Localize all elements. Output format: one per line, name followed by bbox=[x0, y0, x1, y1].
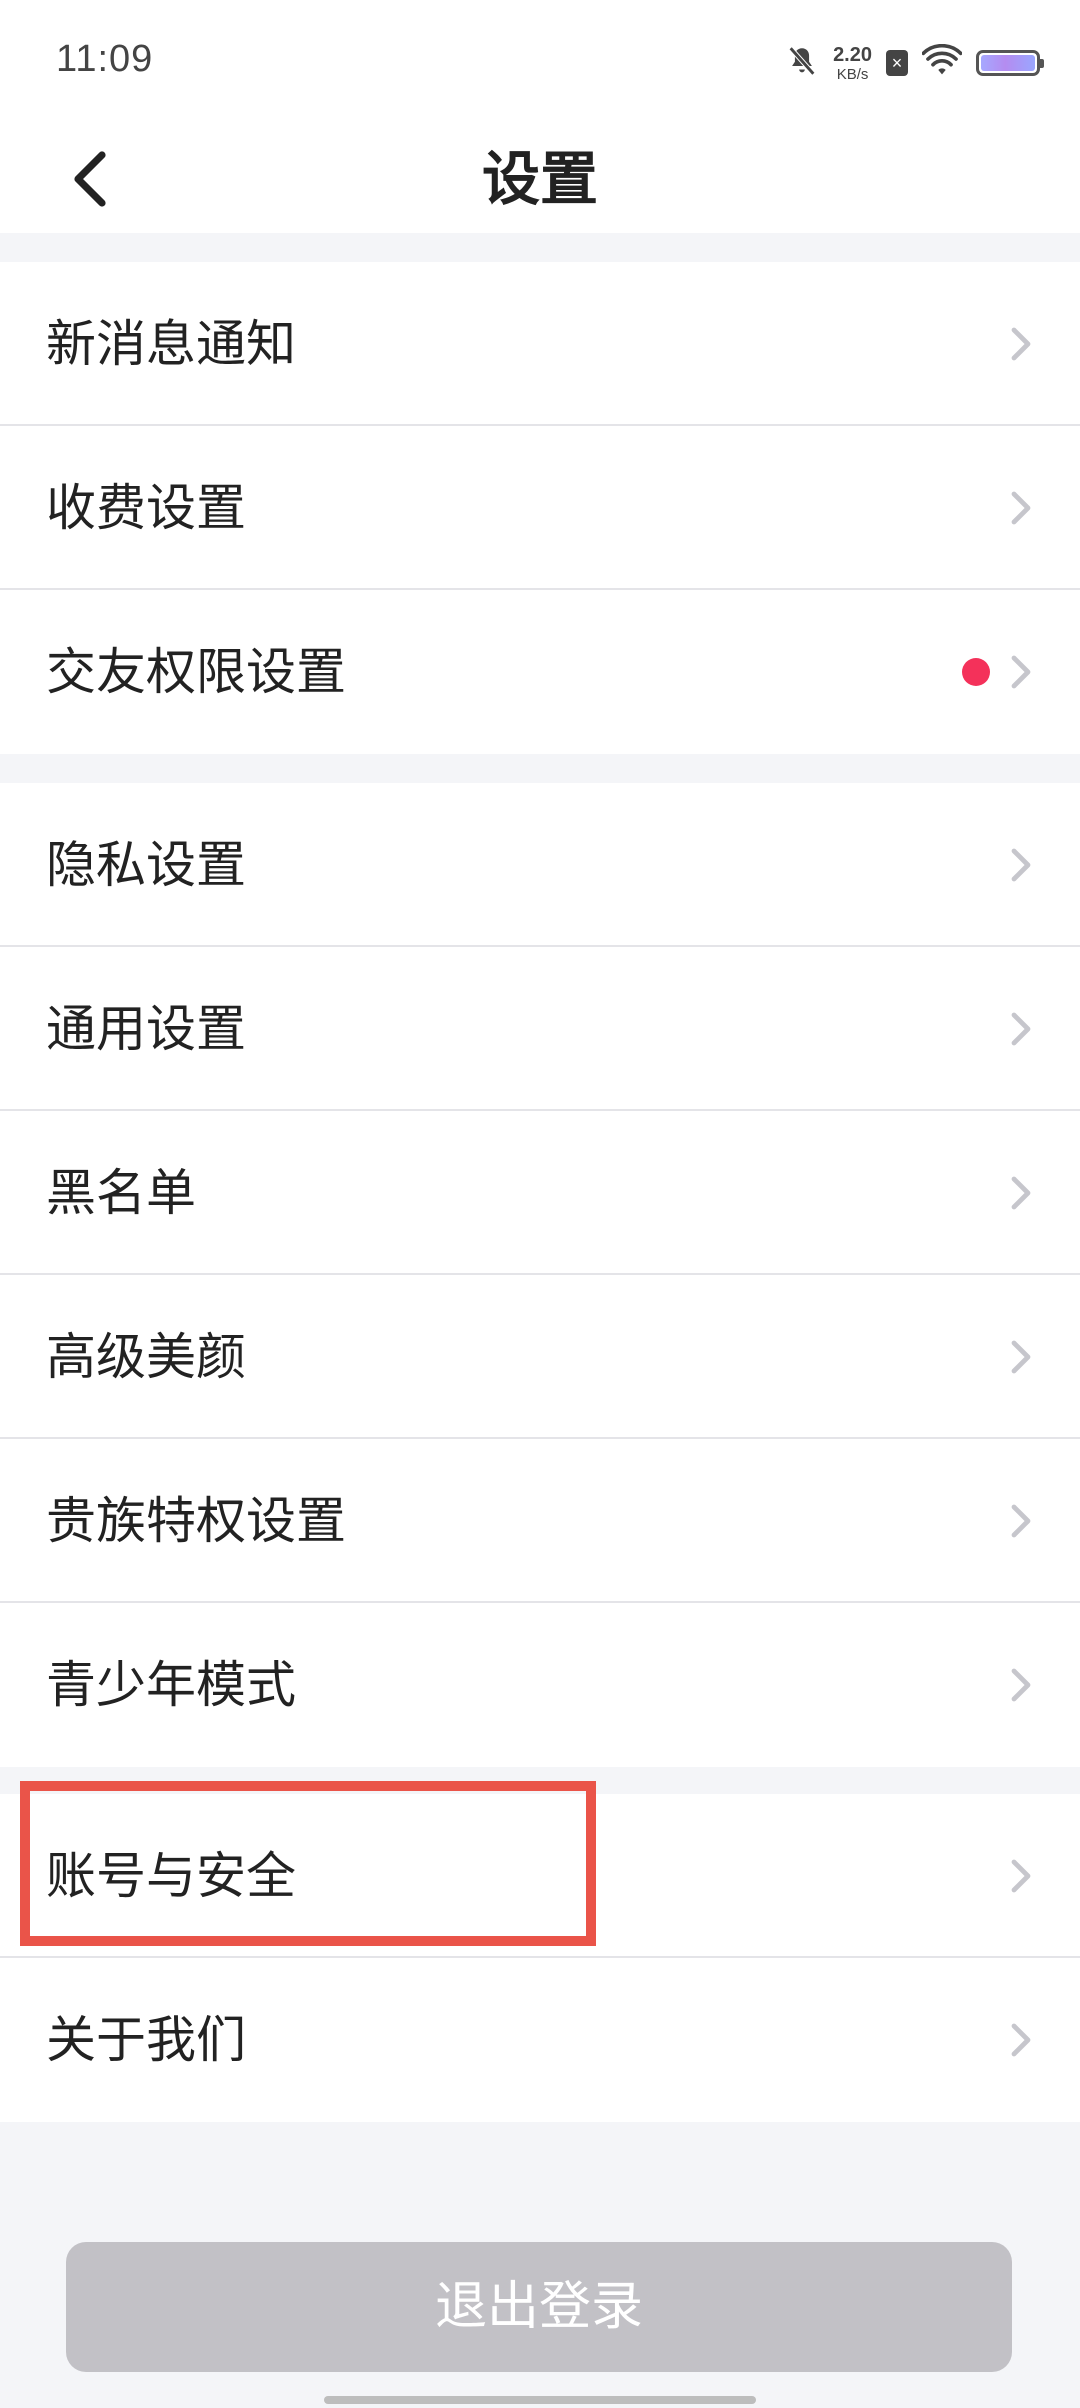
home-indicator[interactable] bbox=[324, 2396, 756, 2404]
settings-group-3: 账号与安全 关于我们 bbox=[0, 1794, 1080, 2122]
settings-row-label: 黑名单 bbox=[46, 1164, 196, 1222]
settings-row-general[interactable]: 通用设置 bbox=[0, 947, 1080, 1111]
red-dot-badge bbox=[962, 658, 990, 686]
settings-row-advanced-beauty[interactable]: 高级美颜 bbox=[0, 1275, 1080, 1439]
wifi-icon bbox=[921, 43, 963, 82]
chevron-right-icon bbox=[1011, 2023, 1031, 2057]
settings-row-label: 青少年模式 bbox=[46, 1656, 296, 1714]
settings-row-fee-settings[interactable]: 收费设置 bbox=[0, 426, 1080, 590]
settings-row-label: 高级美颜 bbox=[46, 1328, 246, 1386]
settings-row-label: 收费设置 bbox=[46, 479, 246, 537]
chevron-right-icon bbox=[1011, 327, 1031, 361]
chevron-right-icon bbox=[1011, 655, 1031, 689]
status-icons: 2.20 KB/s × bbox=[785, 40, 1044, 86]
settings-row-label: 交友权限设置 bbox=[46, 643, 346, 701]
settings-row-noble-privilege[interactable]: 贵族特权设置 bbox=[0, 1439, 1080, 1603]
chevron-right-icon bbox=[1011, 1504, 1031, 1538]
chevron-right-icon bbox=[1011, 1859, 1031, 1893]
settings-row-label: 关于我们 bbox=[46, 2011, 246, 2069]
logout-button[interactable]: 退出登录 bbox=[66, 2242, 1012, 2372]
network-speed-unit: KB/s bbox=[836, 65, 869, 83]
chevron-right-icon bbox=[1011, 1012, 1031, 1046]
bell-muted-icon bbox=[785, 44, 819, 82]
network-speed-value: 2.20 bbox=[833, 43, 872, 66]
settings-row-friend-permission[interactable]: 交友权限设置 bbox=[0, 590, 1080, 754]
battery-level bbox=[981, 55, 1035, 71]
settings-group-2: 隐私设置 通用设置 黑名单 高级美颜 贵族特权设置 青少年模式 bbox=[0, 783, 1080, 1767]
status-time: 11:09 bbox=[56, 38, 154, 80]
settings-row-label: 贵族特权设置 bbox=[46, 1492, 346, 1550]
chevron-right-icon bbox=[1011, 1176, 1031, 1210]
network-speed: 2.20 KB/s bbox=[833, 45, 872, 82]
settings-row-label: 账号与安全 bbox=[46, 1847, 296, 1905]
chevron-left-icon bbox=[74, 151, 106, 207]
settings-group-1: 新消息通知 收费设置 交友权限设置 bbox=[0, 262, 1080, 754]
chevron-right-icon bbox=[1011, 1340, 1031, 1374]
settings-row-blacklist[interactable]: 黑名单 bbox=[0, 1111, 1080, 1275]
settings-row-teen-mode[interactable]: 青少年模式 bbox=[0, 1603, 1080, 1767]
back-button[interactable] bbox=[50, 139, 130, 219]
settings-row-label: 通用设置 bbox=[46, 1000, 246, 1058]
settings-row-label: 新消息通知 bbox=[46, 315, 296, 373]
settings-row-new-message-notification[interactable]: 新消息通知 bbox=[0, 262, 1080, 426]
settings-row-account-security[interactable]: 账号与安全 bbox=[0, 1794, 1080, 1958]
nav-header: 设置 bbox=[0, 125, 1080, 233]
settings-row-privacy[interactable]: 隐私设置 bbox=[0, 783, 1080, 947]
chevron-right-icon bbox=[1011, 1668, 1031, 1702]
settings-row-label: 隐私设置 bbox=[46, 836, 246, 894]
sim-blocked-icon: × bbox=[886, 50, 908, 76]
page-title: 设置 bbox=[481, 145, 598, 213]
status-bar: 11:09 2.20 KB/s × bbox=[0, 0, 1080, 125]
chevron-right-icon bbox=[1011, 491, 1031, 525]
settings-row-about-us[interactable]: 关于我们 bbox=[0, 1958, 1080, 2122]
chevron-right-icon bbox=[1011, 848, 1031, 882]
battery-icon bbox=[976, 50, 1044, 76]
